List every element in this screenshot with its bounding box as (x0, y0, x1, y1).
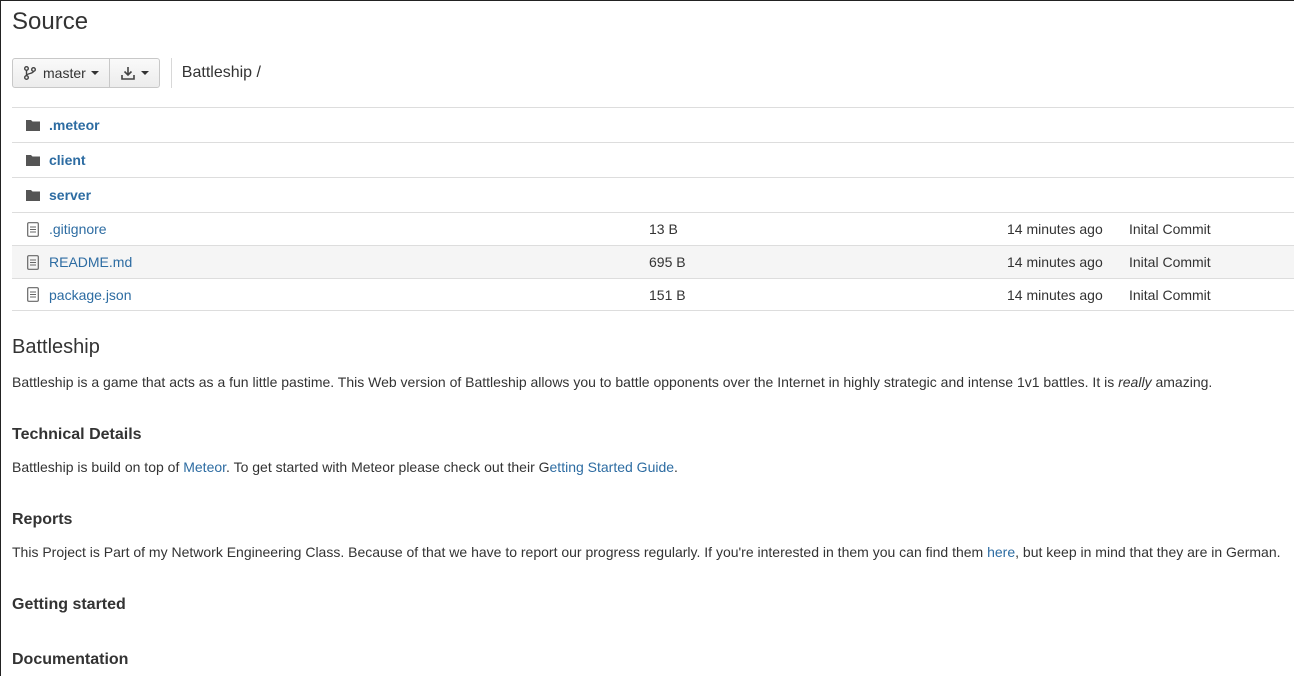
file-size: 151 B (649, 286, 686, 303)
file-name-link[interactable]: package.json (49, 287, 132, 303)
reports-heading: Reports (12, 511, 73, 528)
getting-started-guide-link[interactable]: etting Started Guide (550, 459, 675, 475)
download-button[interactable] (108, 58, 159, 87)
branch-download-group: master (12, 57, 160, 88)
tech-details-heading: Technical Details (12, 426, 142, 443)
folder-icon (25, 155, 40, 166)
tech-details-text: Battleship is build on top of Meteor. To… (12, 459, 678, 475)
meteor-link[interactable]: Meteor (183, 459, 226, 475)
getting-started-heading: Getting started (12, 596, 126, 613)
file-icon (26, 221, 39, 237)
file-row[interactable]: .gitignore 13 B 14 minutes ago Inital Co… (12, 212, 1294, 245)
page-title: Source (12, 8, 89, 35)
file-list: .meteor client server .gitignore 13 B 14… (12, 107, 1294, 311)
file-time: 14 minutes ago (1007, 221, 1103, 237)
file-name-link[interactable]: README.md (49, 254, 132, 270)
chevron-down-icon (90, 70, 99, 75)
file-size: 13 B (649, 221, 678, 237)
file-row[interactable]: client (12, 142, 1294, 177)
file-name-link[interactable]: server (49, 187, 91, 203)
readme-intro: Battleship is a game that acts as a fun … (12, 374, 1213, 390)
file-icon (26, 254, 39, 270)
branch-selector-button[interactable]: master (13, 59, 109, 87)
download-icon (120, 66, 135, 80)
file-name-link[interactable]: client (49, 152, 86, 168)
file-time: 14 minutes ago (1007, 254, 1103, 270)
folder-icon (25, 190, 40, 201)
file-row[interactable]: server (12, 177, 1294, 212)
chevron-down-icon (140, 70, 149, 75)
commit-message[interactable]: Inital Commit (1129, 287, 1211, 303)
branch-label: master (43, 64, 86, 81)
reports-text: This Project is Part of my Network Engin… (12, 544, 1281, 560)
file-name-link[interactable]: .gitignore (49, 221, 107, 237)
toolbar-divider (170, 57, 172, 88)
folder-icon (25, 120, 40, 131)
readme-title: Battleship (12, 336, 100, 358)
branch-icon (24, 65, 36, 80)
file-time: 14 minutes ago (1007, 286, 1103, 303)
toolbar: master Battleship / (12, 57, 261, 88)
file-size: 695 B (649, 254, 686, 270)
file-row[interactable]: .meteor (12, 107, 1294, 142)
reports-here-link[interactable]: here (987, 544, 1015, 560)
file-icon (26, 287, 39, 302)
breadcrumb: Battleship / (181, 63, 261, 81)
commit-message[interactable]: Inital Commit (1129, 254, 1211, 270)
documentation-heading: Documentation (12, 651, 129, 668)
source-page: Source master Battleship / .meteor clien… (1, 1, 1294, 676)
file-row[interactable]: package.json 151 B 14 minutes ago Inital… (12, 278, 1294, 311)
file-name-link[interactable]: .meteor (49, 117, 100, 133)
emphasis-text: really (1118, 374, 1152, 390)
file-row[interactable]: README.md 695 B 14 minutes ago Inital Co… (12, 245, 1294, 278)
commit-message[interactable]: Inital Commit (1129, 221, 1211, 237)
